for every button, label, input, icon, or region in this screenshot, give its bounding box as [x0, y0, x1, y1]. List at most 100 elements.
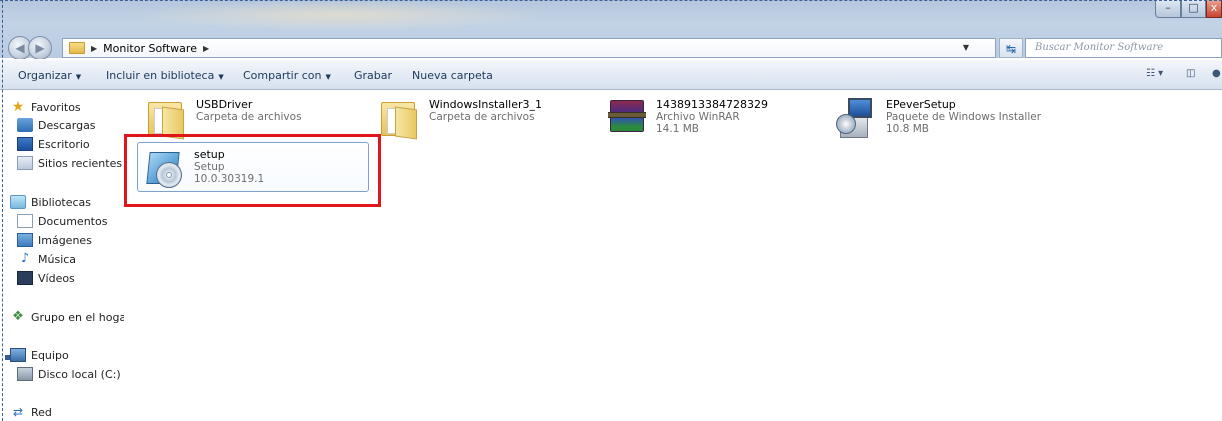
music-note-icon: ♪ [20, 251, 30, 266]
organize-label: Organizar [18, 69, 72, 82]
change-view-button[interactable]: ☷ ▾ [1146, 68, 1163, 84]
maximize-icon: □ [1188, 1, 1199, 14]
images-icon [17, 233, 33, 247]
winrar-archive-icon [604, 96, 652, 140]
maximize-button[interactable]: □ [1181, 0, 1206, 18]
folder-icon [144, 96, 192, 140]
share-with-label: Compartir con [243, 69, 322, 82]
file-size: 14.1 MB [656, 123, 699, 135]
computer-icon [10, 348, 26, 362]
preview-pane-icon: ◫ [1186, 68, 1196, 79]
desktop-icon [17, 137, 33, 151]
breadcrumb-chevron-icon[interactable]: ▶ [91, 44, 97, 53]
forward-arrow-icon: ▶ [35, 41, 45, 55]
downloads-icon [17, 118, 33, 132]
file-tile-winrar-archive[interactable]: 1438913384728329 Archivo WinRAR 14.1 MB [604, 96, 814, 140]
preview-pane-button[interactable]: ◫ [1186, 68, 1195, 84]
file-name: 1438913384728329 [656, 98, 768, 111]
file-type: Carpeta de archivos [429, 111, 535, 123]
navigation-pane: ★ Favoritos Descargas Escritorio Sitios … [0, 91, 124, 421]
videos-icon [17, 271, 33, 285]
minimize-icon: – [1165, 1, 1171, 14]
documents-icon [17, 214, 33, 228]
file-name: setup [194, 148, 225, 161]
nav-downloads[interactable]: Descargas [17, 117, 96, 133]
address-dropdown-icon[interactable]: ▼ [959, 39, 973, 57]
help-icon: ● [1212, 68, 1221, 79]
libraries-icon [10, 195, 26, 209]
command-bar: Organizar ▼ Incluir en biblioteca ▼ Compar… [0, 59, 1222, 90]
organize-menu[interactable]: Organizar ▼ [18, 69, 81, 82]
refresh-button[interactable]: ↹ [999, 38, 1023, 58]
include-library-label: Incluir en biblioteca [106, 69, 215, 82]
file-type: Carpeta de archivos [196, 111, 302, 123]
nav-network-label: Red [31, 405, 52, 419]
recent-places-icon [17, 156, 33, 170]
nav-desktop[interactable]: Escritorio [17, 136, 90, 152]
chevron-down-icon: ▼ [75, 73, 82, 81]
nav-homegroup-label: Grupo en el hogar [31, 310, 124, 324]
close-button[interactable]: x [1206, 0, 1222, 18]
help-button[interactable]: ● [1212, 68, 1221, 84]
nav-computer-label: Equipo [31, 348, 69, 362]
nav-videos[interactable]: Vídeos [17, 270, 75, 286]
share-with-menu[interactable]: Compartir con ▼ [243, 69, 331, 82]
nav-favorites[interactable]: ★ Favoritos [10, 99, 81, 115]
file-tile-setup[interactable]: setup Setup 10.0.30319.1 [142, 146, 364, 190]
file-list [124, 91, 1222, 421]
minimize-button[interactable]: – [1155, 0, 1181, 18]
nav-videos-label: Vídeos [38, 271, 75, 285]
star-icon: ★ [11, 99, 25, 115]
navigation-buttons: ◀ ▶ [8, 36, 52, 60]
nav-computer[interactable]: Equipo [10, 347, 69, 363]
back-arrow-icon: ◀ [15, 41, 25, 55]
new-folder-button[interactable]: Nueva carpeta [412, 69, 493, 82]
close-icon: x [1210, 1, 1218, 14]
nav-libraries-label: Bibliotecas [31, 195, 92, 209]
homegroup-icon: ❖ [12, 309, 24, 324]
nav-favorites-label: Favoritos [31, 100, 81, 114]
breadcrumb-monitor-software[interactable]: Monitor Software [103, 42, 197, 55]
file-tile-usbdriver[interactable]: USBDriver Carpeta de archivos [144, 96, 344, 140]
address-bar[interactable]: ▶ Monitor Software ▶ ▼ [62, 38, 996, 58]
nav-music[interactable]: ♪ Música [17, 251, 76, 267]
file-type: Paquete de Windows Installer [886, 111, 1042, 123]
nav-recent-label: Sitios recientes [38, 156, 123, 170]
file-size: 10.8 MB [886, 123, 929, 135]
nav-libraries[interactable]: Bibliotecas [10, 194, 91, 210]
selection-marquee-top [0, 0, 1222, 1]
nav-downloads-label: Descargas [38, 118, 96, 132]
title-glow [130, 0, 550, 30]
forward-button[interactable]: ▶ [28, 36, 52, 60]
include-library-menu[interactable]: Incluir en biblioteca ▼ [106, 69, 224, 82]
file-tile-epeversetup[interactable]: EPeverSetup Paquete de Windows Installer… [834, 96, 1074, 140]
breadcrumb-chevron-icon[interactable]: ▶ [203, 44, 209, 53]
burn-button[interactable]: Grabar [354, 69, 392, 82]
nav-local-disk[interactable]: Disco local (C:) [17, 366, 121, 382]
title-bar: – □ x ◀ ▶ ▶ Monitor Software ▶ ▼ ↹ Busca… [0, 0, 1222, 60]
windows-installer-icon [834, 96, 882, 140]
file-name: EPeverSetup [886, 98, 956, 111]
window-controls: – □ x [1155, 0, 1222, 22]
chevron-down-icon: ▼ [218, 73, 224, 81]
file-version: 10.0.30319.1 [194, 173, 265, 185]
file-tile-windowsinstaller[interactable]: WindowsInstaller3_1 Carpeta de archivos [377, 96, 587, 140]
file-type: Archivo WinRAR [656, 111, 740, 123]
setup-disc-icon [142, 146, 190, 190]
chevron-down-icon: ▼ [325, 73, 331, 81]
network-icon: ⇄ [12, 405, 24, 419]
nav-music-label: Música [38, 252, 77, 266]
nav-homegroup[interactable]: ❖ Grupo en el hogar [10, 309, 124, 325]
hard-disk-icon [17, 367, 33, 381]
refresh-icon: ↹ [1005, 42, 1017, 56]
nav-images[interactable]: Imágenes [17, 232, 92, 248]
nav-desktop-label: Escritorio [38, 137, 90, 151]
folder-icon [69, 42, 85, 54]
file-name: USBDriver [196, 98, 253, 111]
search-input[interactable]: Buscar Monitor Software [1025, 38, 1222, 58]
file-type: Setup [194, 161, 225, 173]
nav-documents[interactable]: Documentos [17, 213, 107, 229]
nav-recent-places[interactable]: Sitios recientes [17, 155, 122, 171]
selection-marquee-left [2, 0, 3, 421]
nav-network[interactable]: ⇄ Red [10, 404, 52, 420]
